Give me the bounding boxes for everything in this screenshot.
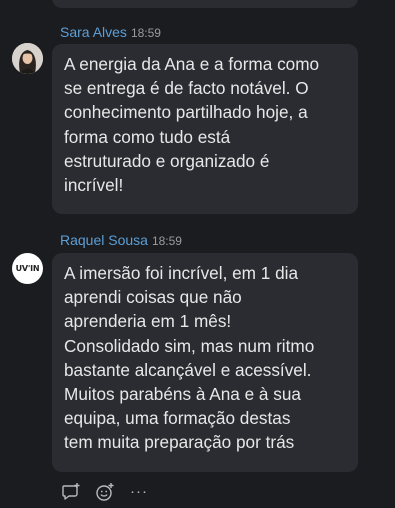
reply-thread-button[interactable] xyxy=(60,481,82,503)
message-text: A energia da Ana e a forma como se entre… xyxy=(64,54,320,196)
avatar[interactable]: UV'IN xyxy=(12,253,43,284)
avatar[interactable] xyxy=(12,43,43,74)
sender-name[interactable]: Sara Alves xyxy=(60,24,127,40)
message-actions: ··· xyxy=(60,481,150,503)
profile-photo-icon xyxy=(12,43,43,74)
more-options-icon: ··· xyxy=(130,483,148,500)
uvin-logo: UV'IN xyxy=(15,264,40,273)
message-bubble: A energia da Ana e a forma como se entre… xyxy=(52,44,358,214)
add-reaction-button[interactable] xyxy=(94,481,116,503)
more-options-button[interactable]: ··· xyxy=(128,481,150,503)
message-header: Raquel Sousa 18:59 xyxy=(60,232,182,249)
reply-thread-icon xyxy=(62,483,80,500)
previous-message-bubble xyxy=(52,0,358,8)
add-reaction-icon xyxy=(96,483,114,501)
message-text: A imersão foi incrível, em 1 dia aprendi… xyxy=(64,263,315,453)
message-timestamp: 18:59 xyxy=(130,26,161,40)
sender-name[interactable]: Raquel Sousa xyxy=(60,232,148,248)
message-bubble: A imersão foi incrível, em 1 dia aprendi… xyxy=(52,253,358,472)
message-header: Sara Alves 18:59 xyxy=(60,24,161,41)
message-timestamp: 18:59 xyxy=(151,234,182,248)
